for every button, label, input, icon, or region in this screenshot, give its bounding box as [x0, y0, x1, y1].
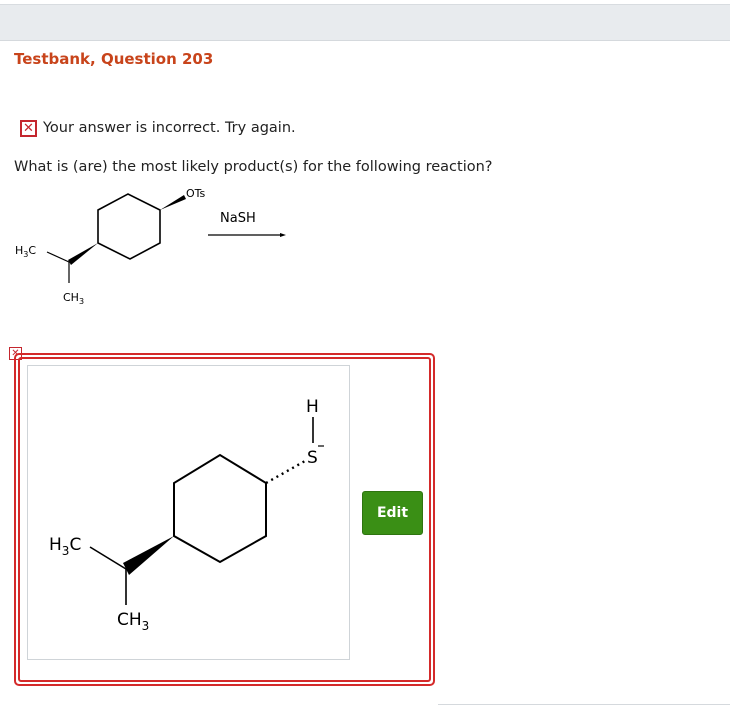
question-prompt: What is (are) the most likely product(s)…: [14, 159, 493, 175]
reactant-wedge-ots: [160, 195, 186, 210]
product-ch3-label: CH3: [117, 610, 149, 633]
reagent-label: NaSH: [220, 211, 256, 226]
answer-drawing-panel[interactable]: H S H3C CH3: [27, 365, 350, 660]
bottom-divider: [438, 704, 730, 705]
reactant-ch3-label: CH3: [63, 291, 84, 306]
product-hash-bond-sh: [265, 459, 306, 485]
edit-button[interactable]: Edit: [362, 491, 423, 535]
reactant-h3c-label: H3C: [15, 244, 36, 259]
reactant-ring: [97, 193, 161, 260]
reaction-arrow-head: [280, 233, 286, 237]
question-title: Testbank, Question 203: [14, 50, 214, 68]
product-ring: [173, 453, 267, 564]
product-h3c-label: H3C: [49, 535, 81, 558]
product-h-label: H: [306, 397, 319, 417]
reactant-ots-label: OTs: [186, 187, 206, 200]
reactant-bond-methyl-left: [46, 251, 70, 263]
feedback-text: Your answer is incorrect. Try again.: [43, 120, 296, 136]
product-wedge-isopropyl: [123, 536, 174, 575]
incorrect-x-icon: ✕: [20, 119, 37, 137]
reactant-wedge-isopropyl: [68, 243, 98, 265]
feedback-message: ✕ Your answer is incorrect. Try again.: [20, 118, 296, 138]
answer-molecule: H S H3C CH3: [49, 397, 324, 633]
product-s-label: S: [307, 448, 318, 468]
top-bar: [0, 4, 730, 41]
reaction-scheme: OTs H3C CH3 NaSH: [15, 187, 286, 306]
product-bond-methyl-left: [89, 546, 127, 570]
